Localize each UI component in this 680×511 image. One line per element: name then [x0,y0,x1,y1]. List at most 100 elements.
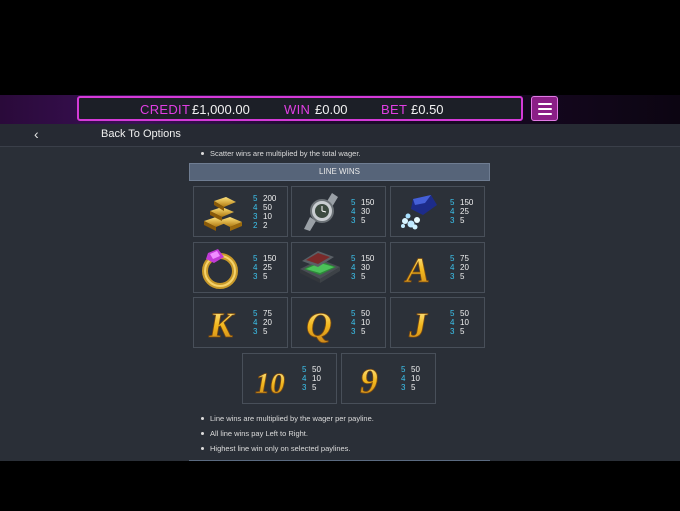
pay-row: 5 200 [253,194,276,203]
pay-row: 35 [351,272,374,281]
paytable-card-gems: 5 150 4 25 3 5 [390,186,485,237]
pay-row: 4 10 [401,374,420,383]
payout-value: 10 [460,318,469,327]
payout-value: 5 [263,272,268,281]
pay-row: 5 50 [351,309,370,318]
symbol-count: 4 [253,203,258,212]
pay-list: 5 75 4 20 3 5 [450,254,469,281]
pay-row: 4 25 [450,207,473,216]
balance-panel: CREDIT £1,000.00 WIN £0.00 BET £0.50 [77,96,523,121]
payout-value: 5 [361,327,366,336]
back-to-options-link[interactable]: Back To Options [101,128,181,140]
svg-text:K: K [208,305,236,344]
payout-value: 10 [263,212,272,221]
pay-row: 35 [450,272,469,281]
pay-row: 5 150 [351,254,374,263]
payout-value: 10 [411,374,420,383]
pay-list: 5 75 4 20 3 5 [253,309,272,336]
payout-value: 5 [263,327,268,336]
paytable-card-a: A 5 75 4 20 3 5 [390,242,485,293]
symbol-count: 3 [351,216,356,225]
payout-value: 20 [460,263,469,272]
pay-row: 35 [302,383,321,392]
paytable-card-watch: 5 150 4 30 3 5 [291,186,386,237]
payout-value: 5 [460,216,465,225]
number-9-icon: 9 [346,358,392,402]
symbol-count: 5 [450,254,455,263]
back-arrow-icon[interactable]: ‹ [34,126,39,142]
pay-row: 5 75 [253,309,272,318]
paytable-card-j: J 5 50 4 10 3 5 [390,297,485,348]
symbol-count: 4 [401,374,406,383]
paytable-card-10: 10 5 50 4 10 3 5 [242,353,337,404]
pay-row: 35 [351,216,374,225]
pay-row: 4 20 [253,318,272,327]
pay-row: 5 150 [450,198,473,207]
paylines-note: Line wins are multiplied by the wager pe… [201,414,374,423]
symbol-count: 4 [253,318,258,327]
payout-value: 30 [361,207,370,216]
payout-value: 5 [460,272,465,281]
letter-j-icon: J [395,302,441,346]
pay-row: 4 10 [351,318,370,327]
symbol-count: 3 [450,216,455,225]
payout-value: 20 [263,318,272,327]
pay-row: 4 30 [351,263,374,272]
ring-icon [198,247,244,289]
payout-value: 25 [460,207,469,216]
pay-row: 4 10 [450,318,469,327]
payout-value: 5 [460,327,465,336]
symbol-count: 4 [253,263,258,272]
pay-list: 5 50 4 10 3 5 [401,365,420,392]
pay-list: 5 150 4 25 3 5 [253,254,276,281]
payout-value: 10 [361,318,370,327]
symbol-count: 3 [351,327,356,336]
payout-value: 50 [460,309,469,318]
symbol-count: 5 [351,254,356,263]
pay-list: 5 150 4 25 3 5 [450,198,473,225]
win-value: £0.00 [315,102,348,117]
payout-value: 75 [263,309,272,318]
payout-value: 30 [361,263,370,272]
pay-list: 5 200 4 50 3 10 2 2 [253,194,276,230]
menu-button[interactable] [531,96,558,121]
highest-win-note: Highest line win only on selected paylin… [201,444,351,453]
gold-bars-icon [198,191,244,233]
symbol-count: 5 [450,309,455,318]
pay-row: 4 50 [253,203,276,212]
pay-list: 5 150 4 30 3 5 [351,198,374,225]
pay-list: 5 150 4 30 3 5 [351,254,374,281]
symbol-count: 5 [351,309,356,318]
pay-row: 5 50 [302,365,321,374]
options-nav-bar: ‹ Back To Options [0,124,680,147]
pay-row: 35 [253,272,276,281]
payout-value: 2 [263,221,268,230]
bet-value: £0.50 [411,102,444,117]
scatter-note: Scatter wins are multiplied by the total… [201,149,361,158]
symbol-count: 3 [401,383,406,392]
payout-value: 200 [263,194,277,203]
paytable-card-gold-bars: 5 200 4 50 3 10 2 2 [193,186,288,237]
hamburger-menu-icon [538,103,552,105]
watch-icon [296,191,342,233]
symbol-count: 5 [253,309,258,318]
symbol-count: 5 [253,254,258,263]
win-label: WIN [284,102,311,117]
gems-icon [395,191,441,233]
pay-list: 5 50 4 10 3 5 [302,365,321,392]
svg-text:A: A [404,250,430,289]
pay-row: 4 30 [351,207,374,216]
pay-row: 4 25 [253,263,276,272]
svg-text:J: J [408,305,428,344]
symbol-count: 3 [253,272,258,281]
payout-value: 75 [460,254,469,263]
paytable-card-cash-case: 5 150 4 30 3 5 [291,242,386,293]
payout-value: 150 [460,198,474,207]
symbol-count: 5 [401,365,406,374]
payout-value: 25 [263,263,272,272]
pay-row: 3 10 [253,212,276,221]
pay-row: 5 75 [450,254,469,263]
letter-q-icon: Q [296,302,342,346]
pay-row: 5 150 [253,254,276,263]
payout-value: 50 [361,309,370,318]
